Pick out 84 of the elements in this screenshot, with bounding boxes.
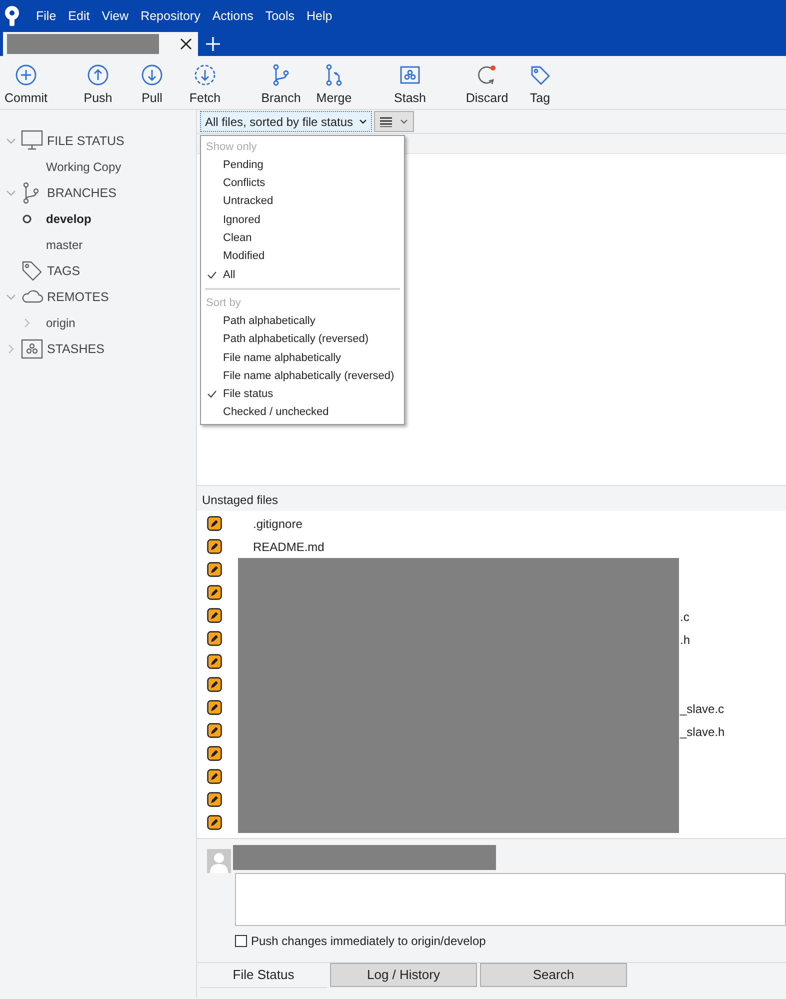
dashed-down-arrow-circle-icon [194,64,216,86]
sidebar-item[interactable]: develop [46,210,92,228]
toolbar-button[interactable]: Discard [461,64,513,108]
menu-item[interactable]: Path alphabetically [201,312,404,330]
view-options-button[interactable] [374,111,414,132]
up-arrow-circle-icon [87,64,109,86]
menu-item[interactable]: Tools [261,6,299,26]
toolbar-button[interactable]: Fetch [179,64,231,108]
menu-item[interactable]: Ignored [201,210,404,230]
modified-pencil-icon [207,631,222,646]
filter-dropdown[interactable]: All files, sorted by file status [200,111,372,132]
document-tab[interactable] [3,32,198,56]
caret-icon [359,118,368,124]
plus-icon [206,37,220,51]
toolbar-button[interactable]: Stash [384,64,436,108]
menu-item[interactable]: All [201,266,404,284]
modified-pencil-icon [207,792,222,807]
circular-arrow-icon [476,64,498,86]
file-name[interactable]: .gitignore [253,514,302,532]
view-tab[interactable]: Search [480,963,627,987]
monitor-icon [21,130,43,152]
stash-box-icon [21,338,43,360]
checkbox-label[interactable]: Push changes immediately to origin/develop [251,932,486,950]
sidebar-item[interactable]: Working Copy [46,158,122,176]
file-name[interactable]: .c [680,608,690,626]
menu-item[interactable]: Conflicts [201,174,404,193]
stash-box-icon [399,64,421,86]
modified-pencil-icon [207,516,222,531]
menu-item[interactable]: Checked / unchecked [201,404,404,422]
toolbar-button[interactable]: Pull [126,64,178,108]
file-name[interactable]: README.md [253,538,324,556]
menu-item[interactable]: View [98,6,133,26]
menu-item[interactable]: Help [302,6,336,26]
commit-message-field[interactable] [235,873,786,926]
section-heading[interactable]: FILE STATUS [47,132,124,150]
modified-pencil-icon [207,654,222,669]
toolbar-button[interactable]: Branch [255,64,307,108]
menu-item[interactable]: Pending [201,156,404,174]
sidebar-item[interactable]: origin [46,314,76,332]
toolbar-button[interactable]: Merge [308,64,360,108]
section-heading[interactable]: BRANCHES [47,184,116,202]
modified-pencil-icon [207,769,222,784]
down-arrow-circle-icon [141,64,163,86]
modified-pencil-icon [207,746,222,761]
menu-item[interactable]: File status [201,385,404,404]
menu-item[interactable]: Untracked [201,192,404,211]
toolbar-button[interactable]: Push [72,64,124,108]
menu-item[interactable]: Edit [64,6,94,26]
modified-pencil-icon [207,723,222,738]
caret-icon [400,118,408,124]
toolbar-button[interactable]: Commit [0,64,52,108]
menu-heading: Sort by [205,296,242,311]
tag-icon [529,64,551,86]
close-icon [180,38,192,50]
toolbar-button[interactable]: Tag [514,64,566,108]
file-name[interactable]: _slave.c [680,700,724,718]
menu-item[interactable]: File name alphabetically [201,348,404,367]
checkbox[interactable] [235,935,247,947]
menu-item[interactable]: Path alphabetically (reversed) [201,330,404,349]
section-heading[interactable]: REMOTES [47,288,109,306]
modified-pencil-icon [207,539,222,554]
menu-item[interactable]: Actions [208,6,258,26]
avatar-icon [207,849,231,873]
plus-circle-icon [15,64,37,86]
modified-pencil-icon [207,815,222,830]
menu-icon [380,116,392,126]
view-tab[interactable]: Log / History [330,963,477,987]
section-heading[interactable]: TAGS [47,262,80,280]
menu-item[interactable]: Repository [136,6,204,26]
modified-pencil-icon [207,585,222,600]
menu-item[interactable]: Modified [201,247,404,266]
modified-pencil-icon [207,700,222,715]
file-name[interactable]: _slave.h [680,723,725,741]
modified-pencil-icon [207,677,222,692]
sidebar-item[interactable]: master [46,236,83,254]
file-name[interactable]: .h [680,631,690,649]
menu-item[interactable]: File [32,6,60,26]
menu-item[interactable]: File name alphabetically (reversed) [201,366,404,386]
modified-pencil-icon [207,562,222,577]
tag-icon [21,260,43,282]
menu-item[interactable]: Clean [201,229,404,248]
modified-pencil-icon [207,608,222,623]
menu-heading: Show only [205,140,258,155]
section-heading[interactable]: STASHES [47,340,104,358]
